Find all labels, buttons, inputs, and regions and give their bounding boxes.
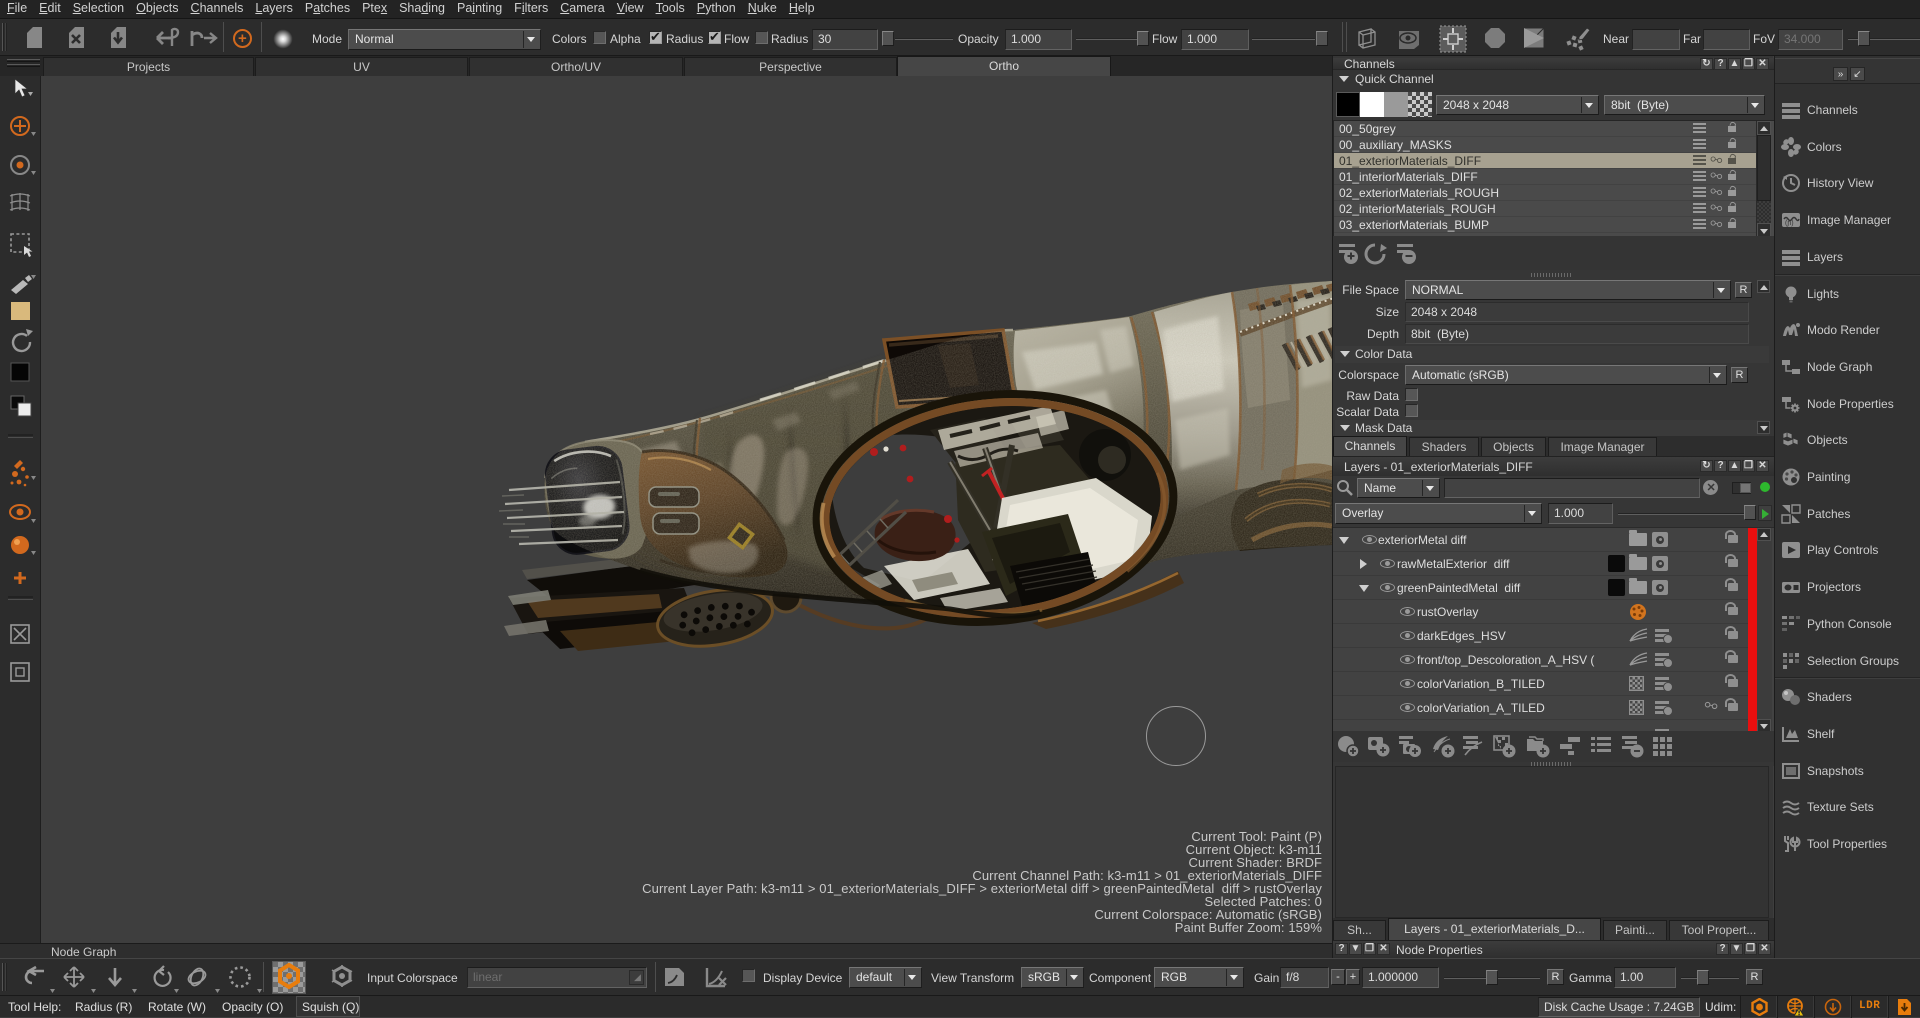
svg-text:(ɲ): (ɲ) — [1785, 220, 1794, 227]
